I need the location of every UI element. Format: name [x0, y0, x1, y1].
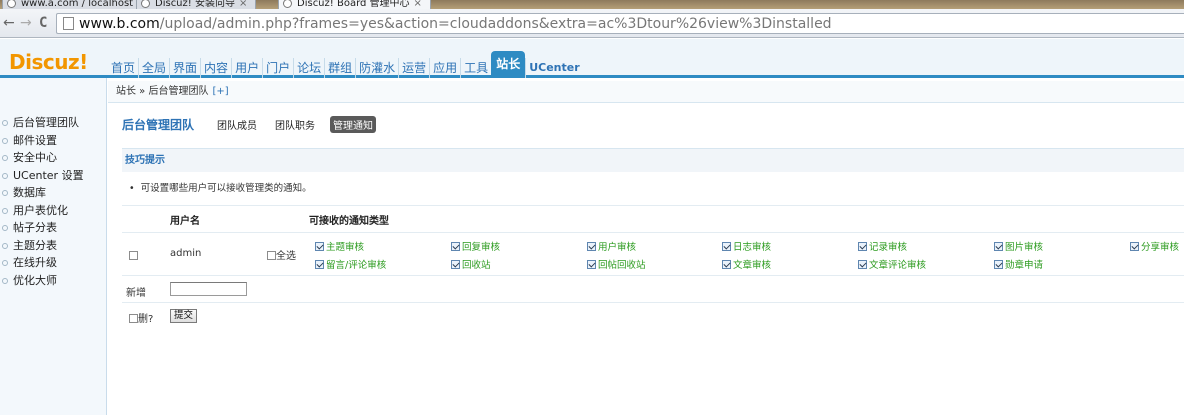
- browser-toolbar: ← → C www.b.com/upload/admin.php?frames=…: [0, 9, 1184, 38]
- breadcrumb-path: 站长 » 后台管理团队: [116, 86, 209, 97]
- sub-nav: 后台管理团队 团队成员 团队职务 管理通知: [122, 115, 388, 133]
- tab-notify[interactable]: 管理通知: [330, 115, 377, 133]
- divider: [122, 205, 1184, 206]
- tips-title: 技巧提示: [122, 148, 1184, 172]
- notify-checkbox[interactable]: 记录审核: [858, 239, 907, 253]
- notify-checkbox[interactable]: 主题审核: [315, 239, 364, 253]
- browser-tab-active[interactable]: Discuz! Board 管理中心 ×: [278, 0, 431, 9]
- nav-item-extended[interactable]: 运营: [398, 58, 429, 78]
- divider: [122, 232, 1184, 233]
- browser-tab-label: Discuz! 安装向导: [155, 0, 235, 9]
- nav-item-group[interactable]: 群组: [324, 58, 355, 78]
- notify-checkbox[interactable]: 分享审核: [1130, 239, 1179, 253]
- notify-checkbox[interactable]: 日志审核: [722, 239, 771, 253]
- browser-tab-label: Discuz! Board 管理中心: [297, 0, 410, 9]
- browser-tab[interactable]: www.a.com / localhost×: [2, 0, 155, 9]
- tab-perms[interactable]: 团队职务: [272, 116, 318, 133]
- url-host: www.b.com: [79, 16, 160, 32]
- bullet-icon: •: [129, 183, 135, 194]
- notify-checkbox[interactable]: 回帖回收站: [587, 257, 646, 271]
- sidebar-item-upgrade[interactable]: 在线升级: [0, 254, 84, 272]
- nav-item-safe[interactable]: 防灌水: [355, 58, 398, 78]
- delete-label: 删?: [138, 314, 154, 325]
- column-header-username: 用户名: [170, 216, 200, 227]
- address-bar[interactable]: www.b.com/upload/admin.php?frames=yes&ac…: [56, 13, 1184, 34]
- favicon-icon: [141, 0, 150, 8]
- sidebar-item-mail[interactable]: 邮件设置: [0, 132, 84, 150]
- browser-tab-label: www.a.com / localhost: [21, 0, 134, 9]
- select-all-label: 全选: [276, 251, 296, 262]
- nav-item-style[interactable]: 界面: [169, 58, 200, 78]
- nav-item-content[interactable]: 内容: [200, 58, 231, 78]
- logo-brand: Discuz!: [9, 50, 88, 74]
- notify-checkbox[interactable]: 用户审核: [587, 239, 636, 253]
- tab-members[interactable]: 团队成员: [214, 116, 260, 133]
- notify-checkbox[interactable]: 回收站: [451, 257, 491, 271]
- nav-item-ucenter[interactable]: UCenter: [525, 58, 582, 78]
- new-username-input[interactable]: [170, 282, 247, 296]
- page-title: 后台管理团队: [122, 117, 195, 132]
- notify-checkbox[interactable]: 图片审核: [994, 239, 1043, 253]
- sidebar: 后台管理团队 邮件设置 安全中心 UCenter 设置 数据库 用户表优化 帖子…: [0, 78, 107, 415]
- sidebar-item-optimizer[interactable]: 优化大师: [0, 272, 84, 290]
- breadcrumb: 站长 » 后台管理团队 [+]: [108, 81, 1184, 103]
- new-label: 新增: [126, 288, 146, 299]
- nav-item-forum[interactable]: 论坛: [293, 58, 324, 78]
- row-username: admin: [170, 248, 202, 259]
- nav-item-tools[interactable]: 工具: [460, 58, 491, 78]
- divider: [122, 275, 1184, 276]
- sidebar-item-database[interactable]: 数据库: [0, 184, 84, 202]
- address-url[interactable]: www.b.com/upload/admin.php?frames=yes&ac…: [79, 15, 832, 33]
- favicon-icon: [7, 0, 16, 8]
- browser-tab[interactable]: Discuz! 安装向导 ×: [136, 0, 257, 9]
- nav-item-global[interactable]: 全局: [138, 58, 169, 78]
- submit-button[interactable]: 提交: [170, 309, 197, 323]
- notify-checkbox[interactable]: 文章审核: [722, 257, 771, 271]
- favicon-icon: [283, 0, 292, 8]
- sidebar-item-membersplit[interactable]: 用户表优化: [0, 202, 84, 220]
- tips-text-line: • 可设置哪些用户可以接收管理类的通知。: [129, 180, 312, 194]
- notify-checkbox[interactable]: 回复审核: [451, 239, 500, 253]
- close-icon[interactable]: ×: [414, 0, 422, 9]
- nav-item-home[interactable]: 首页: [108, 58, 138, 78]
- nav-item-plugin[interactable]: 应用: [429, 58, 460, 78]
- sidebar-item-security[interactable]: 安全中心: [0, 149, 84, 167]
- nav-item-portal[interactable]: 门户: [262, 58, 293, 78]
- page-icon: [63, 17, 74, 30]
- nav-item-founder[interactable]: 站长: [491, 51, 526, 78]
- reload-icon[interactable]: C: [39, 14, 47, 32]
- tips-text: 可设置哪些用户可以接收管理类的通知。: [140, 183, 312, 194]
- notify-checkbox[interactable]: 文章评论审核: [858, 257, 926, 271]
- row-delete-checkbox[interactable]: [129, 248, 138, 262]
- nav-item-user[interactable]: 用户: [231, 58, 262, 78]
- notify-checkbox[interactable]: 留言/评论审核: [315, 257, 386, 271]
- delete-checkbox[interactable]: 删?: [129, 310, 153, 325]
- sidebar-item-ucenter[interactable]: UCenter 设置: [0, 167, 84, 185]
- back-arrow-icon[interactable]: ←: [3, 14, 15, 32]
- sidebar-item-admin-team[interactable]: 后台管理团队: [0, 114, 84, 132]
- sidebar-item-postsplit[interactable]: 帖子分表: [0, 219, 84, 237]
- admin-header: Discuz! Control Panel ⌂ 首页 全局 界面 内容 用户 门…: [0, 39, 1184, 86]
- notify-checkbox[interactable]: 勋章申请: [994, 257, 1043, 271]
- sidebar-item-threadsplit[interactable]: 主题分表: [0, 237, 84, 255]
- main-nav: 首页 全局 界面 内容 用户 门户 论坛 群组 防灌水 运营 应用 工具 站长 …: [108, 51, 583, 78]
- close-icon[interactable]: ×: [239, 0, 247, 9]
- forward-arrow-icon[interactable]: →: [20, 14, 32, 32]
- add-shortcut-link[interactable]: [+]: [212, 86, 228, 97]
- url-path: /upload/admin.php?frames=yes&action=clou…: [159, 16, 832, 32]
- column-header-notify-types: 可接收的通知类型: [309, 216, 389, 227]
- select-all-checkbox[interactable]: 全选: [267, 247, 296, 262]
- browser-tabstrip: www.a.com / localhost× Discuz! 安装向导× Dis…: [0, 0, 1184, 9]
- divider: [122, 302, 1184, 303]
